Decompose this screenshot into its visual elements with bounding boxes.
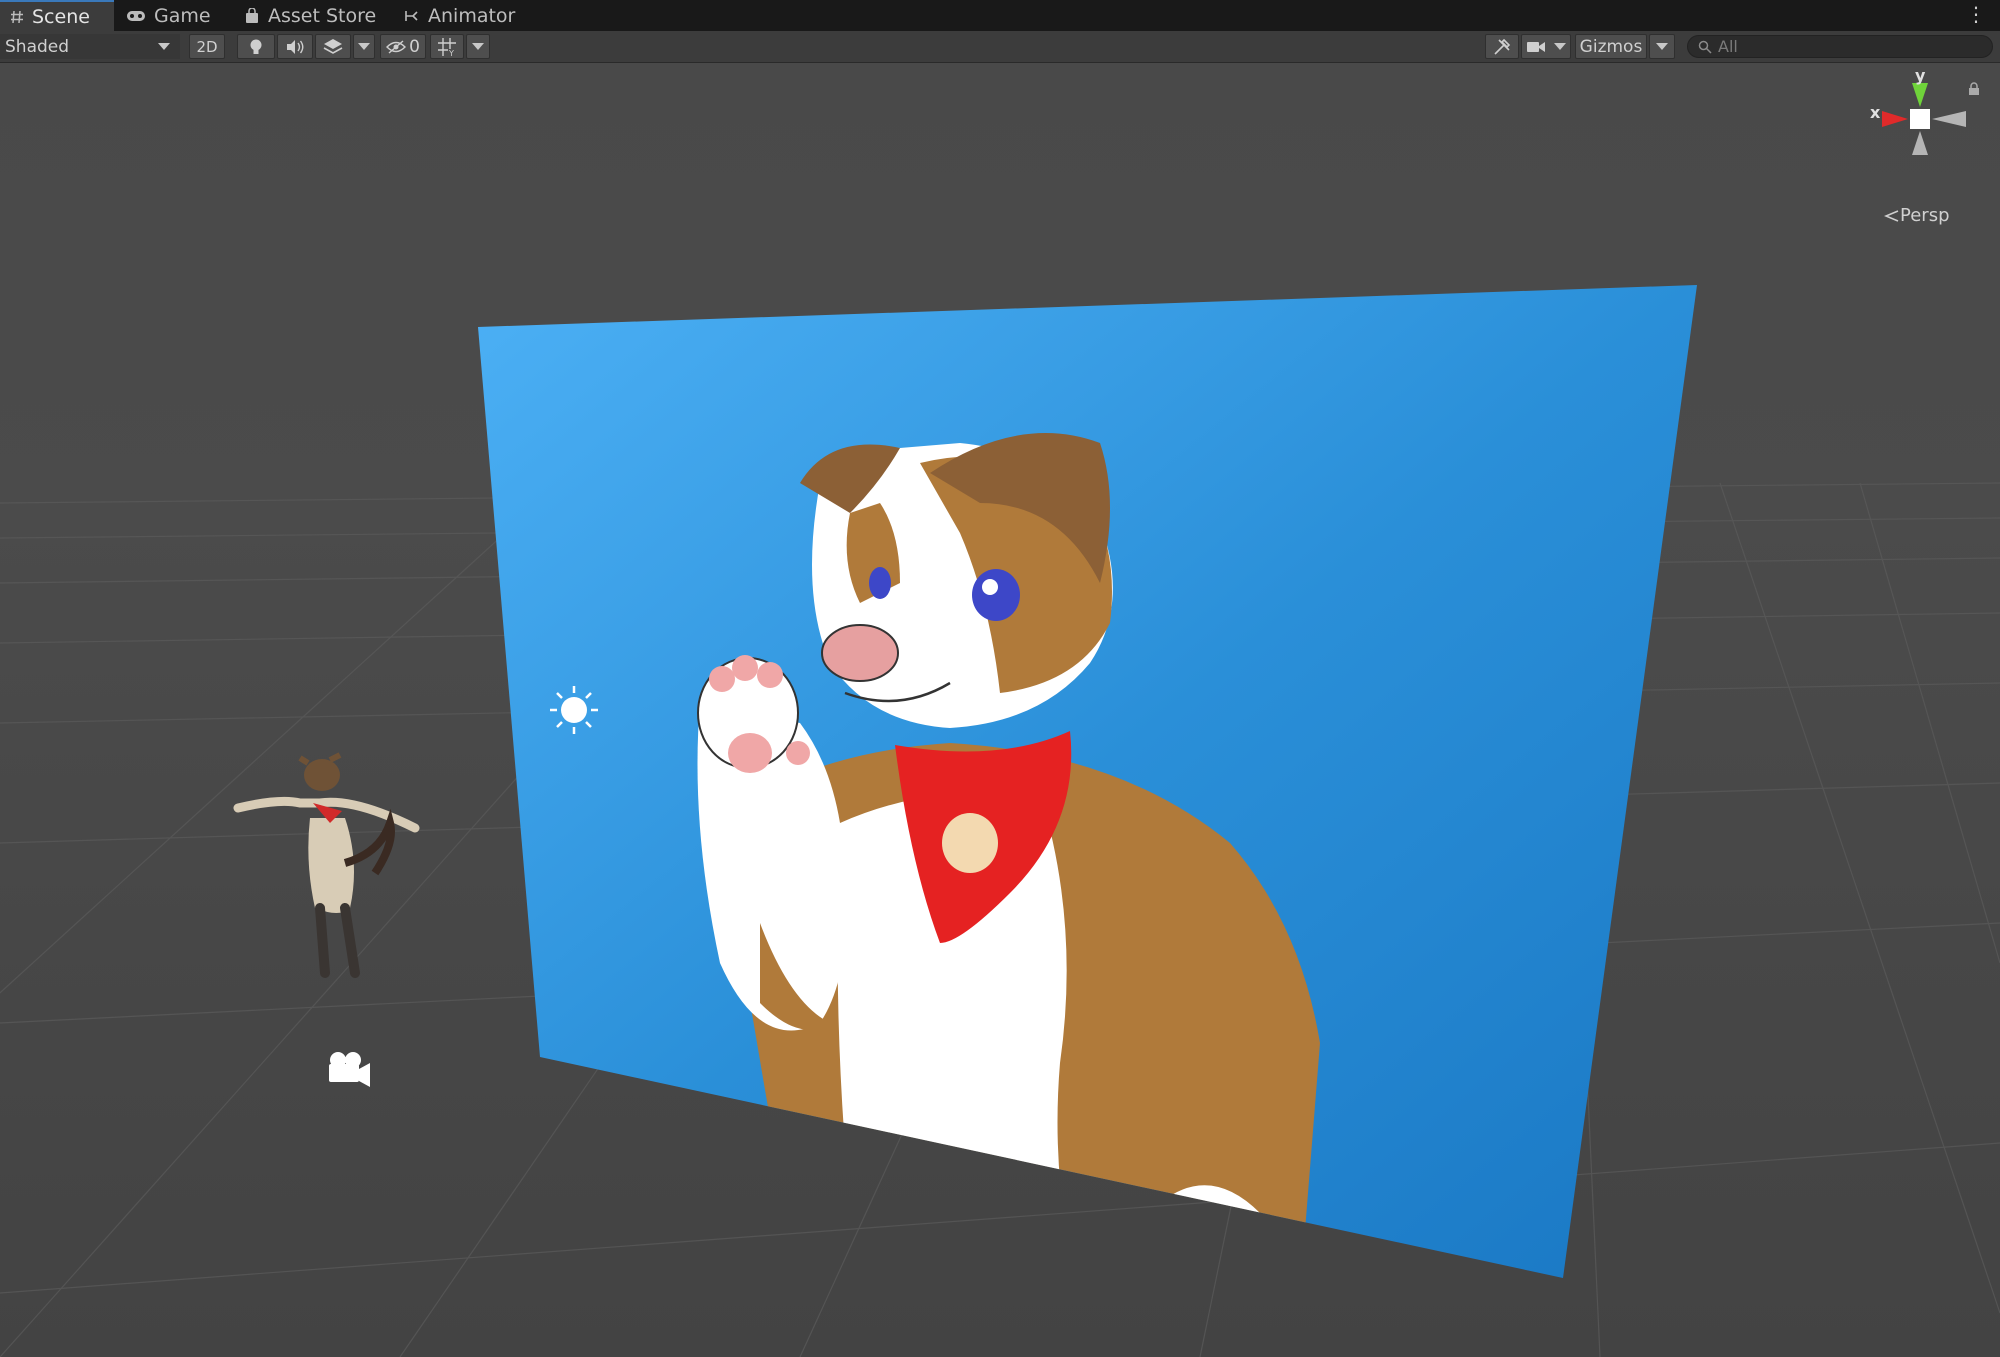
tab-label: Asset Store [268,4,377,27]
gizmos-label: Gizmos [1579,36,1643,57]
y-axis-label: y [1915,66,1926,85]
gamepad-icon [127,10,145,21]
lighting-toggle[interactable] [237,34,275,59]
tab-animator[interactable]: Animator [404,0,524,31]
tab-label: Scene [32,5,90,28]
search-placeholder: All [1718,37,1738,56]
shading-mode-dropdown[interactable]: Shaded [0,34,180,59]
scene-visibility-toggle[interactable]: 0 [380,34,426,59]
chevron-down-icon [358,43,370,50]
perspective-icon [1884,209,1899,222]
chevron-down-icon [472,43,484,50]
hidden-count: 0 [409,36,420,57]
grid-toggle[interactable]: Y [430,34,464,59]
x-axis-label: x [1870,103,1881,122]
scene-orientation-gizmo[interactable]: y x Persp [1860,66,1980,229]
camera-icon [1527,41,1545,52]
lock-icon[interactable] [1968,81,1980,100]
tab-label: Animator [428,4,516,27]
effects-icon [323,38,343,54]
chevron-down-icon [1656,43,1668,50]
chevron-down-icon [1554,43,1566,50]
search-icon [1698,40,1712,54]
tab-asset-store[interactable]: Asset Store [244,0,384,31]
tools-toggle[interactable] [1485,34,1519,59]
axis-gizmo-icon [1882,83,1966,155]
scene-canvas [0,63,2000,1357]
editor-tab-bar: Scene Game Asset Store Animator ⋮ [0,0,2000,32]
animator-icon [405,10,418,21]
scene-toolbar: Shaded 2D 0 Y Gizmos All [0,31,2000,63]
audio-toggle[interactable] [277,34,313,59]
gizmos-dropdown[interactable] [1649,34,1675,59]
effects-dropdown[interactable] [353,34,375,59]
mode-2d-label: 2D [196,37,218,56]
hash-icon [11,10,23,23]
tab-game[interactable]: Game [126,0,236,31]
svg-text:Y: Y [448,49,454,57]
chevron-down-icon [158,43,170,50]
grid-dropdown[interactable] [466,34,490,59]
shading-mode-label: Shaded [5,36,70,57]
tab-label: Game [154,4,211,27]
more-options-icon[interactable]: ⋮ [1966,4,1986,24]
tab-scene[interactable]: Scene [0,0,114,31]
grid-icon: Y [438,37,456,57]
shopping-bag-icon [246,7,258,23]
camera-settings-dropdown[interactable] [1521,34,1571,59]
effects-toggle[interactable] [315,34,351,59]
gizmos-button[interactable]: Gizmos [1575,34,1647,59]
search-input[interactable]: All [1687,35,1993,58]
projection-toggle[interactable]: Persp [1884,205,1950,226]
lightbulb-icon [250,39,262,54]
visibility-icon [386,39,407,54]
audio-icon [287,39,304,54]
mode-2d-button[interactable]: 2D [189,34,225,59]
scene-viewport[interactable]: y x Persp [0,63,2000,1357]
projection-label: Persp [1900,205,1950,226]
tools-icon [1494,38,1511,55]
